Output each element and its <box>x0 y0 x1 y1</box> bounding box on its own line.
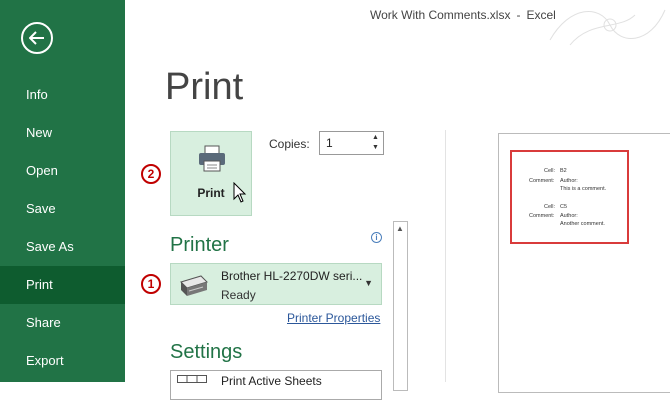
nav-item-print[interactable]: Print <box>0 266 125 304</box>
back-button[interactable] <box>21 22 53 54</box>
window-title: Work With Comments.xlsx - Excel <box>370 8 556 22</box>
printer-dropdown[interactable]: Brother HL-2270DW seri... Ready ▼ <box>170 263 382 305</box>
backstage-sidebar: Info New Open Save Save As Print Share E… <box>0 0 125 382</box>
mouse-cursor-icon <box>233 182 247 203</box>
preview-author-1: Author: <box>560 178 578 184</box>
printer-icon <box>199 145 225 172</box>
decorative-flourish <box>549 9 666 46</box>
copies-label: Copies: <box>269 137 310 151</box>
preview-cell-label-2: Cell: <box>544 204 556 210</box>
info-icon[interactable]: i <box>371 232 382 243</box>
comments-highlight-box <box>510 150 629 244</box>
preview-author-2: Author: <box>560 213 578 219</box>
preview-cell-1: B2 <box>560 168 567 174</box>
nav-item-share[interactable]: Share <box>0 304 125 342</box>
printer-properties-link[interactable]: Printer Properties <box>287 311 380 325</box>
print-button[interactable]: Print <box>170 131 252 216</box>
nav-item-save-as[interactable]: Save As <box>0 228 125 266</box>
copies-value: 1 <box>326 136 333 150</box>
chevron-down-icon: ▼ <box>364 278 373 288</box>
print-what-dropdown[interactable]: Print Active Sheets <box>170 370 382 400</box>
nav-item-export[interactable]: Export <box>0 342 125 380</box>
pane-divider <box>445 130 446 382</box>
preview-comment-text-1: This is a comment. <box>560 186 607 192</box>
preview-cell-label-1: Cell: <box>544 168 556 174</box>
title-file: Work With Comments.xlsx <box>370 8 511 22</box>
preview-comment-text-2: Another comment. <box>560 221 605 227</box>
settings-heading: Settings <box>170 341 243 363</box>
page-title: Print <box>165 66 244 108</box>
settings-scrollbar[interactable]: ▲ <box>393 221 408 391</box>
printer-heading: Printer <box>170 234 229 256</box>
title-separator: - <box>516 8 521 22</box>
arrow-left-icon <box>29 31 44 45</box>
copies-up-icon[interactable]: ▲ <box>371 133 380 143</box>
printer-device-icon <box>180 275 208 296</box>
preview-comment-label-1: Comment: <box>529 178 555 184</box>
printer-name: Brother HL-2270DW seri... <box>221 269 363 283</box>
nav-item-open[interactable]: Open <box>0 152 125 190</box>
printer-status: Ready <box>221 288 256 302</box>
copies-stepper[interactable]: 1 ▲ ▼ <box>319 131 384 155</box>
preview-comment-label-2: Comment: <box>529 213 555 219</box>
nav-item-save[interactable]: Save <box>0 190 125 228</box>
step-badge-1: 1 <box>141 274 161 294</box>
copies-down-icon[interactable]: ▼ <box>371 143 380 153</box>
scroll-up-icon[interactable]: ▲ <box>396 224 404 233</box>
nav-item-info[interactable]: Info <box>0 76 125 114</box>
preview-cell-2: C5 <box>560 204 568 210</box>
nav-item-new[interactable]: New <box>0 114 125 152</box>
step-badge-2: 2 <box>141 164 161 184</box>
print-what-value: Print Active Sheets <box>221 374 322 388</box>
